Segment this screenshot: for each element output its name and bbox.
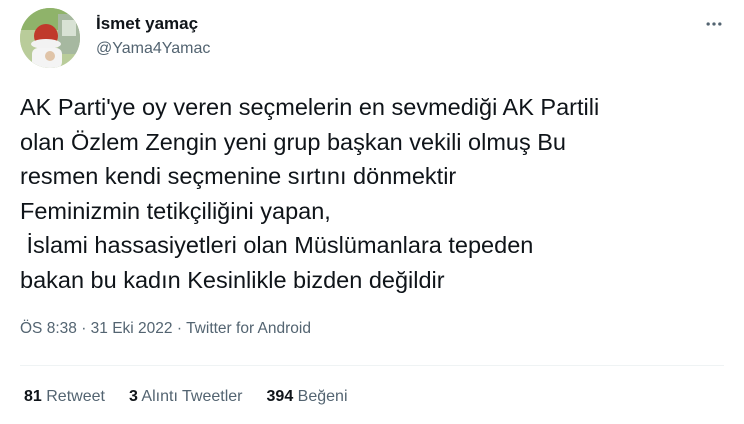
meta-separator: · xyxy=(176,320,183,337)
tweet-source[interactable]: Twitter for Android xyxy=(186,320,311,337)
tweet-stats: 81 Retweet 3 Alıntı Tweetler 394 Beğeni xyxy=(24,388,348,406)
tweet-meta: ÖS 8:38 · 31 Eki 2022 · Twitter for Andr… xyxy=(20,320,311,338)
tweet-date[interactable]: 31 Eki 2022 xyxy=(91,320,173,337)
likes-count: 394 xyxy=(266,388,294,405)
retweets-stat[interactable]: 81 Retweet xyxy=(24,388,105,406)
retweets-count: 81 xyxy=(24,388,42,405)
tweet-text-line: İslami hassasiyetleri olan Müslümanlara … xyxy=(20,232,534,258)
quotes-stat[interactable]: 3 Alıntı Tweetler xyxy=(129,388,243,406)
meta-separator: · xyxy=(81,320,87,337)
likes-stat[interactable]: 394 Beğeni xyxy=(267,388,348,406)
tweet-time[interactable]: ÖS 8:38 xyxy=(20,320,77,337)
quotes-label: Alıntı Tweetler xyxy=(141,388,243,405)
likes-label: Beğeni xyxy=(297,388,348,405)
user-name[interactable]: İsmet yamaç xyxy=(96,14,198,34)
tweet-card: İsmet yamaç @Yama4Yamac AK Parti'ye oy v… xyxy=(0,0,744,424)
more-options-button[interactable] xyxy=(700,12,728,36)
user-handle[interactable]: @Yama4Yamac xyxy=(96,40,210,58)
tweet-text: AK Parti'ye oy veren seçmelerin en sevme… xyxy=(20,90,732,297)
tweet-text-line: AK Parti'ye oy veren seçmelerin en sevme… xyxy=(20,94,600,120)
tweet-text-line: Feminizmin tetikçiliğini yapan, xyxy=(20,197,331,224)
divider xyxy=(20,365,724,366)
tweet-text-line: bakan bu kadın Kesinlikle bizden değildi… xyxy=(20,266,445,293)
avatar-image xyxy=(20,8,80,68)
quotes-count: 3 xyxy=(128,388,138,405)
more-horizontal-icon xyxy=(706,22,722,26)
retweets-label: Retweet xyxy=(46,388,105,405)
tweet-text-line: resmen kendi seçmenine sırtını dönmektir xyxy=(20,163,457,189)
tweet-text-line: olan Özlem Zengin yeni grup başkan vekil… xyxy=(20,128,566,155)
avatar[interactable] xyxy=(20,8,80,68)
